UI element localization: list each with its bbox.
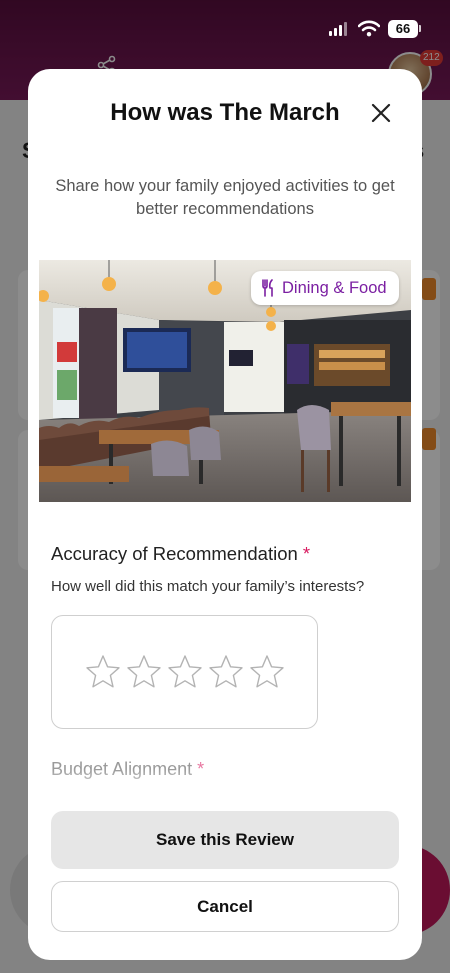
accuracy-label: Accuracy of Recommendation * — [51, 543, 311, 564]
battery-indicator: 66 — [388, 20, 418, 38]
review-modal: How was The March Share how your family … — [28, 69, 422, 960]
modal-title: How was The March — [110, 99, 340, 126]
save-review-button[interactable]: Save this Review — [51, 811, 399, 869]
status-bar: 66 — [0, 0, 450, 50]
cancel-button[interactable]: Cancel — [51, 881, 399, 932]
close-icon[interactable] — [366, 98, 396, 128]
scroll-fade — [28, 769, 422, 799]
accuracy-help-text: How well did this match your family’s in… — [51, 578, 365, 595]
star-3-icon[interactable] — [167, 654, 203, 690]
cellular-signal-icon — [329, 22, 347, 36]
category-label: Dining & Food — [282, 278, 387, 297]
star-5-icon[interactable] — [249, 654, 285, 690]
fork-knife-icon — [262, 279, 273, 297]
star-2-icon[interactable] — [126, 654, 162, 690]
required-marker: * — [302, 543, 311, 564]
battery-tip — [419, 25, 421, 32]
wifi-icon — [358, 20, 380, 37]
modal-subtitle: Share how your family enjoyed activities… — [55, 177, 395, 218]
category-chip: Dining & Food — [251, 271, 399, 305]
star-1-icon[interactable] — [85, 654, 121, 690]
accuracy-star-rating — [51, 615, 318, 729]
star-4-icon[interactable] — [208, 654, 244, 690]
